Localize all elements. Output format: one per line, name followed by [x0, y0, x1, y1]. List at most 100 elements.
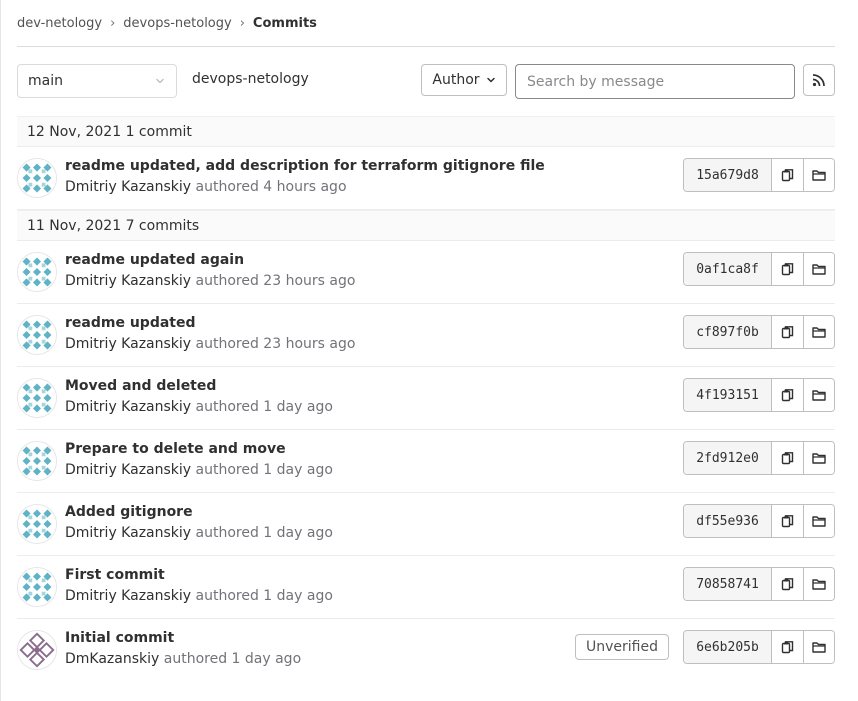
avatar[interactable] [17, 441, 57, 481]
project-name: devops-netology [192, 71, 309, 87]
branch-select[interactable]: main [17, 64, 177, 98]
breadcrumb-group-link[interactable]: dev-netology [17, 16, 102, 31]
browse-files-button[interactable] [803, 159, 834, 191]
commit-sha-group: 70858741 [683, 567, 835, 601]
commit-author-link[interactable]: Dmitriy Kazanskiy [65, 273, 191, 289]
chevron-down-icon [156, 78, 164, 84]
rss-feed-button[interactable] [803, 64, 835, 96]
author-filter-label: Author [432, 72, 480, 88]
commit-authored-time: authored 1 day ago [191, 525, 333, 541]
copy-sha-button[interactable] [772, 253, 803, 285]
commit-author-link[interactable]: Dmitriy Kazanskiy [65, 179, 191, 195]
commit-row: First commit Dmitriy Kazanskiy authored 1… [17, 556, 835, 619]
commit-author-link[interactable]: Dmitriy Kazanskiy [65, 399, 191, 415]
commit-title-link[interactable]: readme updated, add description for terr… [65, 158, 545, 174]
breadcrumb: dev-netology › devops-netology › Commits [17, 0, 835, 47]
commit-meta: Dmitriy Kazanskiy authored 4 hours ago [65, 179, 347, 195]
commit-author-link[interactable]: Dmitriy Kazanskiy [65, 525, 191, 541]
commit-title-link[interactable]: readme updated again [65, 252, 244, 268]
commit-sha-button[interactable]: 6e6b205b [684, 631, 772, 663]
copy-sha-button[interactable] [772, 442, 803, 474]
day-header: 12 Nov, 2021 1 commit [17, 116, 835, 147]
author-filter-button[interactable]: Author [421, 64, 507, 96]
browse-files-button[interactable] [803, 379, 834, 411]
folder-icon [812, 264, 826, 275]
commit-authored-time: authored 1 day ago [159, 651, 302, 667]
commit-meta: Dmitriy Kazanskiy authored 23 hours ago [65, 273, 355, 289]
copy-sha-button[interactable] [772, 631, 803, 663]
folder-icon [812, 327, 826, 338]
copy-icon [781, 263, 793, 276]
page-left-border [0, 0, 1, 701]
commit-title-link[interactable]: Initial commit [65, 630, 174, 646]
browse-files-button[interactable] [803, 442, 834, 474]
commit-sha-button[interactable]: 15a679d8 [684, 159, 772, 191]
browse-files-button[interactable] [803, 568, 834, 600]
branch-select-value: main [28, 73, 63, 89]
commit-title-link[interactable]: Prepare to delete and move [65, 441, 286, 457]
browse-files-button[interactable] [803, 316, 834, 348]
commit-authored-time: authored 23 hours ago [191, 273, 356, 289]
commit-list: 12 Nov, 2021 1 commit readme updated, add… [17, 116, 835, 682]
commit-meta: Dmitriy Kazanskiy authored 1 day ago [65, 588, 333, 604]
avatar[interactable] [17, 158, 57, 198]
commit-authored-time: authored 4 hours ago [191, 179, 347, 195]
avatar[interactable] [17, 504, 57, 544]
commit-sha-button[interactable]: 70858741 [684, 568, 772, 600]
commit-sha-group: cf897f0b [683, 315, 835, 349]
copy-icon [781, 515, 793, 528]
commit-row: Added gitignore Dmitriy Kazanskiy authore… [17, 493, 835, 556]
commit-author-link[interactable]: Dmitriy Kazanskiy [65, 462, 191, 478]
commit-row: Prepare to delete and move Dmitriy Kazans… [17, 430, 835, 493]
commit-sha-button[interactable]: 4f193151 [684, 379, 772, 411]
folder-icon [812, 170, 826, 181]
folder-icon [812, 516, 826, 527]
commit-sha-button[interactable]: df55e936 [684, 505, 772, 537]
commit-author-link[interactable]: Dmitriy Kazanskiy [65, 588, 191, 604]
commit-row: Moved and deleted Dmitriy Kazanskiy autho… [17, 367, 835, 430]
unverified-badge[interactable]: Unverified [575, 634, 669, 660]
breadcrumb-project-link[interactable]: devops-netology [123, 16, 231, 31]
commit-sha-button[interactable]: cf897f0b [684, 316, 772, 348]
browse-files-button[interactable] [803, 505, 834, 537]
commit-title-link[interactable]: Moved and deleted [65, 378, 216, 394]
commit-title-link[interactable]: First commit [65, 567, 165, 583]
commit-sha-button[interactable]: 2fd912e0 [684, 442, 772, 474]
folder-icon [812, 453, 826, 464]
folder-icon [812, 579, 826, 590]
commit-author-link[interactable]: Dmitriy Kazanskiy [65, 336, 191, 352]
copy-icon [781, 389, 793, 402]
copy-icon [781, 578, 793, 591]
commits-toolbar: main devops-netology Author [17, 47, 835, 116]
commit-authored-time: authored 1 day ago [191, 588, 333, 604]
copy-sha-button[interactable] [772, 159, 803, 191]
chevron-down-icon [486, 77, 495, 83]
commit-title-link[interactable]: Added gitignore [65, 504, 193, 520]
commits-page: dev-netology › devops-netology › Commits… [17, 0, 835, 682]
commit-meta: Dmitriy Kazanskiy authored 23 hours ago [65, 336, 355, 352]
commit-sha-group: 2fd912e0 [683, 441, 835, 475]
avatar[interactable] [17, 630, 57, 670]
avatar[interactable] [17, 315, 57, 355]
avatar[interactable] [17, 567, 57, 607]
browse-files-button[interactable] [803, 631, 834, 663]
commit-sha-button[interactable]: 0af1ca8f [684, 253, 772, 285]
browse-files-button[interactable] [803, 253, 834, 285]
breadcrumb-current: Commits [252, 16, 317, 31]
copy-sha-button[interactable] [772, 379, 803, 411]
copy-sha-button[interactable] [772, 316, 803, 348]
avatar[interactable] [17, 378, 57, 418]
commit-row: Initial commit DmKazanskiy authored 1 day… [17, 619, 835, 682]
commit-author-link[interactable]: DmKazanskiy [65, 651, 159, 667]
commit-authored-time: authored 23 hours ago [191, 336, 356, 352]
copy-sha-button[interactable] [772, 505, 803, 537]
commit-authored-time: authored 1 day ago [191, 462, 333, 478]
folder-icon [812, 642, 826, 653]
search-by-message-input[interactable] [515, 64, 795, 99]
avatar[interactable] [17, 252, 57, 292]
copy-sha-button[interactable] [772, 568, 803, 600]
commit-sha-group: df55e936 [683, 504, 835, 538]
commit-row: readme updated Dmitriy Kazanskiy authored… [17, 304, 835, 367]
commit-title-link[interactable]: readme updated [65, 315, 196, 331]
commit-row: readme updated again Dmitriy Kazanskiy au… [17, 241, 835, 304]
